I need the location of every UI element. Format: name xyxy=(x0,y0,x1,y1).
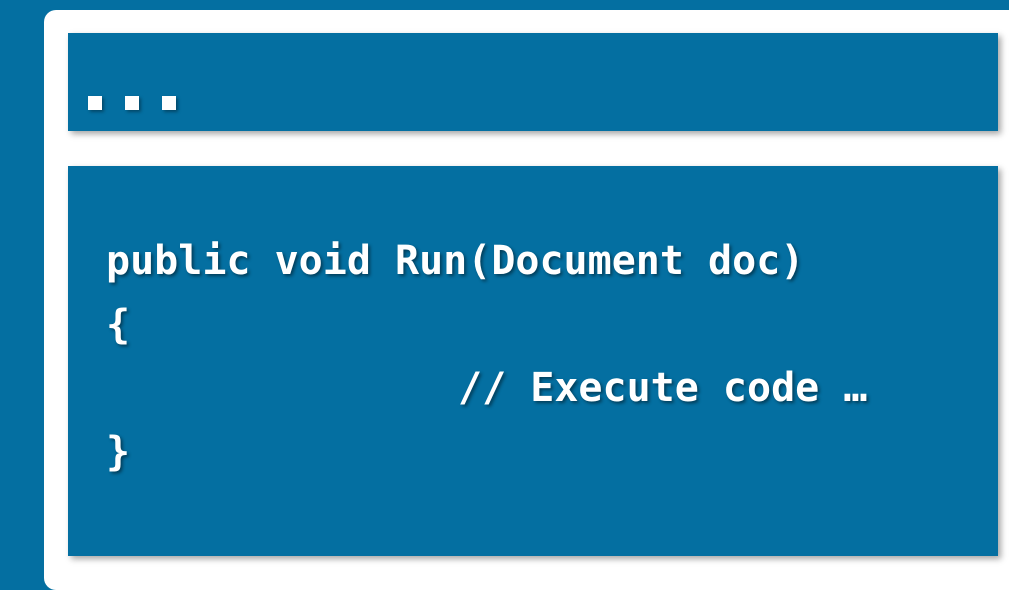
window-titlebar xyxy=(68,33,998,131)
window-control-square-icon xyxy=(125,96,139,110)
code-line-open-brace: { xyxy=(106,302,131,348)
window-control-square-icon xyxy=(162,96,176,110)
window-controls xyxy=(88,96,176,110)
code-line-comment: // Execute code … xyxy=(458,365,868,411)
code-editor: public void Run(Document doc) { // Execu… xyxy=(68,166,998,556)
code-line-signature: public void Run(Document doc) xyxy=(106,238,805,284)
window-control-square-icon xyxy=(88,96,102,110)
code-line-close-brace: } xyxy=(106,429,131,475)
